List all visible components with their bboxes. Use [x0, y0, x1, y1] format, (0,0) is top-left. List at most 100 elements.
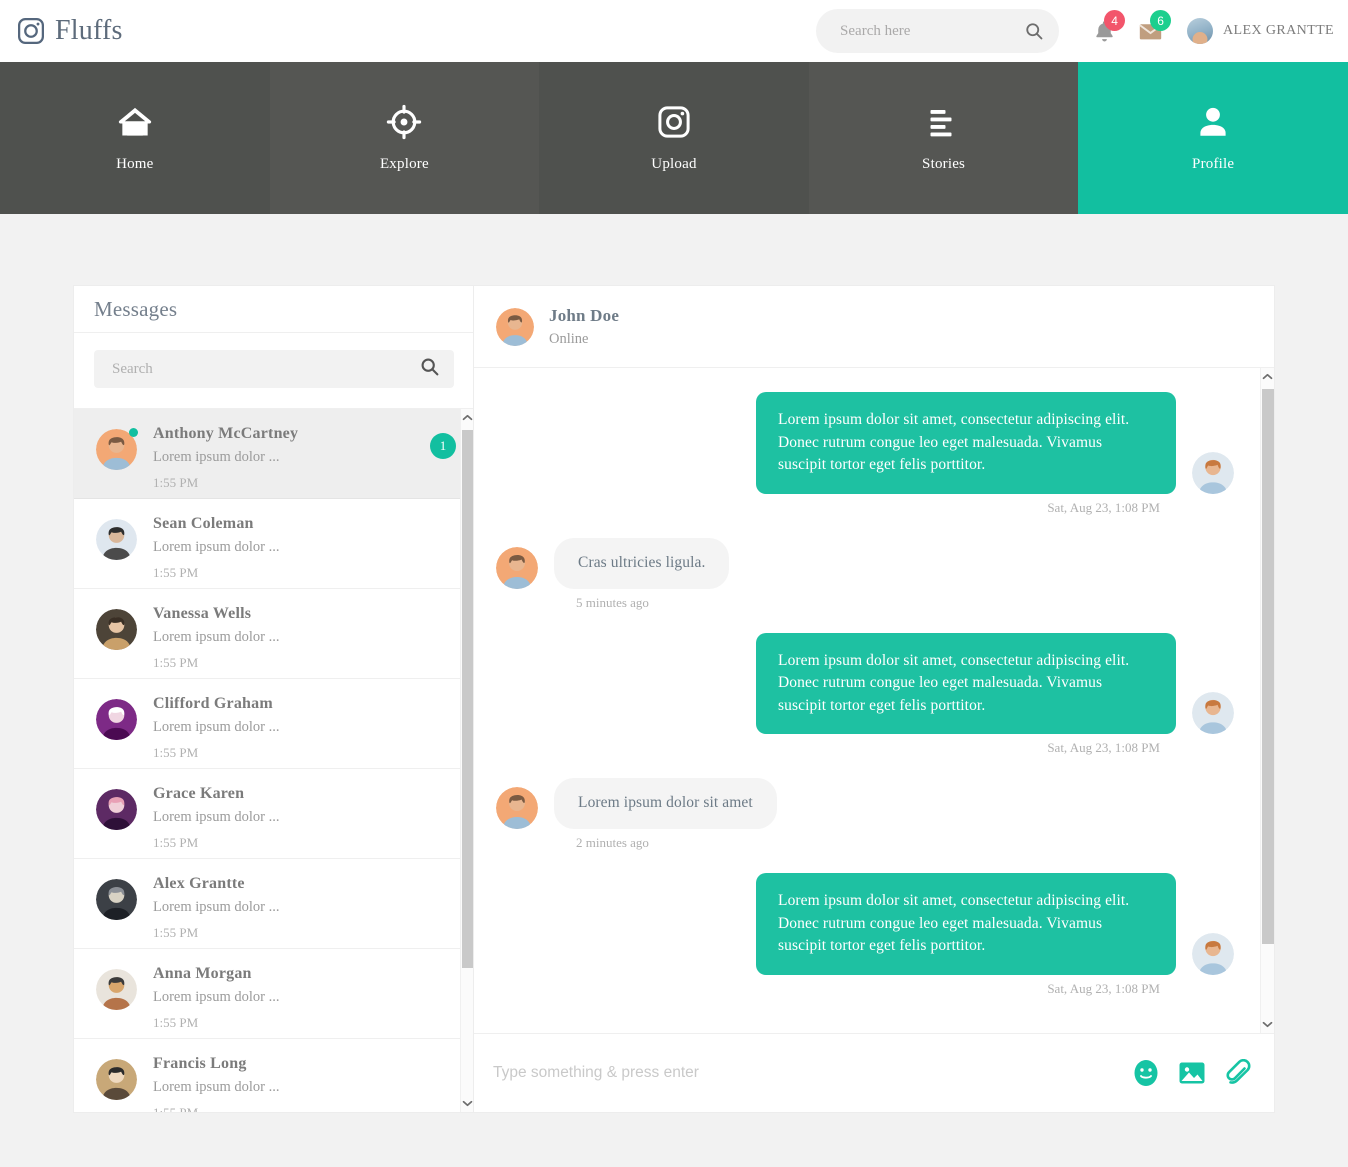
nav-label: Home — [116, 155, 154, 172]
nav-item-explore[interactable]: Explore — [269, 62, 540, 214]
align-left-list-icon — [926, 104, 962, 140]
nav-label: Profile — [1192, 155, 1235, 172]
crosshair-icon — [386, 104, 422, 140]
scrollbar-thumb[interactable] — [462, 430, 474, 968]
instagram-camera-icon — [16, 16, 46, 46]
avatar — [496, 546, 538, 589]
avatar — [96, 879, 137, 920]
avatar — [1192, 451, 1234, 494]
message-timestamp: 2 minutes ago — [576, 835, 649, 850]
chat-contact-name: John Doe — [549, 305, 620, 325]
contact-name: Clifford Graham — [153, 695, 273, 712]
contact-list-item[interactable]: Anthony McCartney Lorem ipsum dolor ... 1:… — [74, 409, 474, 499]
image-icon[interactable] — [1178, 1059, 1206, 1087]
contact-search-row — [74, 333, 474, 408]
avatar — [1192, 692, 1234, 735]
outgoing-message: Lorem ipsum dolor sit amet, consectetur … — [496, 873, 1234, 975]
message-input[interactable] — [493, 1064, 1114, 1082]
user-icon — [1195, 104, 1231, 140]
contact-name: Anthony McCartney — [153, 425, 299, 442]
nav-label: Explore — [379, 155, 429, 172]
search-input[interactable] — [840, 22, 1025, 40]
message-bubble: Cras ultricies ligula. — [554, 537, 730, 589]
messages-button[interactable]: 6 — [1127, 8, 1173, 54]
avatar — [96, 699, 137, 740]
nav-item-upload[interactable]: Upload — [539, 62, 809, 214]
message-bubble: Lorem ipsum dolor sit amet — [554, 778, 777, 829]
global-search[interactable] — [816, 9, 1060, 53]
scrollbar-thumb[interactable] — [1262, 389, 1274, 944]
nav-label: Upload — [651, 155, 697, 172]
avatar — [96, 519, 137, 560]
contact-list-item[interactable]: Clifford Graham Lorem ipsum dolor ... 1:55… — [74, 679, 474, 769]
scroll-down-arrow[interactable] — [1261, 1016, 1274, 1033]
nav-item-profile[interactable]: Profile — [1078, 62, 1348, 214]
contact-list-item[interactable]: Alex Grantte Lorem ipsum dolor ... 1:55 PM — [74, 859, 474, 949]
avatar — [496, 307, 534, 346]
contact-name: Alex Grantte — [153, 875, 245, 892]
contact-time: 1:55 PM — [153, 745, 199, 760]
contact-name: Anna Morgan — [153, 965, 252, 982]
contact-list-item[interactable]: Anna Morgan Lorem ipsum dolor ... 1:55 PM — [74, 949, 474, 1039]
main-navigation: Home Explore Upload Stories Profile — [0, 62, 1348, 214]
scroll-down-arrow[interactable] — [461, 1095, 474, 1112]
message-timestamp: Sat, Aug 23, 1:08 PM — [1047, 499, 1160, 515]
message-bubble: Lorem ipsum dolor sit amet, consectetur … — [756, 632, 1176, 735]
unread-badge: 1 — [430, 433, 456, 459]
contact-preview: Lorem ipsum dolor ... — [153, 539, 280, 555]
user-menu[interactable]: ALEX GRANTTE — [1187, 18, 1334, 44]
chat-contact-status: Online — [549, 330, 589, 347]
message-bubble: Lorem ipsum dolor sit amet, consectetur … — [756, 873, 1176, 975]
contact-preview: Lorem ipsum dolor ... — [153, 989, 280, 1005]
contact-list[interactable]: Anthony McCartney Lorem ipsum dolor ... 1:… — [74, 408, 474, 1112]
search-icon[interactable] — [419, 356, 440, 382]
contact-search[interactable] — [94, 350, 454, 388]
home-icon — [117, 104, 153, 140]
message-timestamp: 5 minutes ago — [576, 594, 649, 610]
paperclip-icon[interactable] — [1224, 1058, 1252, 1087]
scrollbar-track[interactable] — [1261, 385, 1274, 1016]
contact-list-item[interactable]: Vanessa Wells Lorem ipsum dolor ... 1:55 P… — [74, 589, 474, 679]
brand-logo-area[interactable]: Fluffs — [16, 15, 123, 47]
contact-list-scrollbar[interactable] — [460, 409, 474, 1112]
scrollbar-track[interactable] — [461, 426, 474, 1095]
nav-item-home[interactable]: Home — [0, 62, 270, 214]
messages-badge: 6 — [1150, 10, 1172, 31]
incoming-message: Lorem ipsum dolor sit amet — [496, 778, 1234, 829]
nav-label: Stories — [922, 155, 966, 172]
contact-preview: Lorem ipsum dolor ... — [153, 809, 280, 825]
contact-time: 1:55 PM — [153, 1105, 456, 1112]
scroll-up-arrow[interactable] — [461, 409, 474, 426]
chat-messages[interactable]: Lorem ipsum dolor sit amet, consectetur … — [474, 368, 1274, 1033]
page-content: Messages Anthony McCartney Lorem ipsum do… — [0, 214, 1348, 1167]
notifications-badge: 4 — [1104, 10, 1126, 31]
avatar — [96, 789, 137, 830]
avatar — [1192, 932, 1234, 975]
chat-header: John Doe Online — [474, 286, 1274, 368]
contact-list-item[interactable]: Francis Long Lorem ipsum dolor ... 1:55 PM — [74, 1039, 474, 1112]
emoji-smiley-icon[interactable] — [1132, 1059, 1160, 1087]
contact-preview: Lorem ipsum dolor ... — [153, 449, 280, 465]
scroll-up-arrow[interactable] — [1261, 368, 1274, 385]
contact-preview: Lorem ipsum dolor ... — [153, 629, 280, 645]
avatar — [96, 428, 138, 470]
contact-preview: Lorem ipsum dolor ... — [153, 1079, 280, 1095]
contact-name: Francis Long — [153, 1055, 247, 1072]
avatar — [96, 609, 137, 650]
contact-time: 1:55 PM — [153, 565, 199, 580]
contact-time: 1:55 PM — [153, 655, 199, 670]
top-header: Fluffs 4 6 ALEX GRANTTE — [0, 0, 1348, 62]
message-timestamp: Sat, Aug 23, 1:08 PM — [1047, 740, 1160, 756]
brand-name: Fluffs — [55, 15, 123, 46]
notifications-button[interactable]: 4 — [1081, 8, 1127, 54]
contact-search-input[interactable] — [112, 360, 419, 378]
user-name: ALEX GRANTTE — [1223, 23, 1334, 38]
contact-list-item[interactable]: Grace Karen Lorem ipsum dolor ... 1:55 PM — [74, 769, 474, 859]
contact-list-item[interactable]: Sean Coleman Lorem ipsum dolor ... 1:55 PM — [74, 499, 474, 589]
search-icon[interactable] — [1024, 21, 1044, 41]
chat-panel: John Doe Online Lorem ipsum dolor sit am… — [474, 286, 1274, 1112]
nav-item-stories[interactable]: Stories — [808, 62, 1079, 214]
contact-time: 1:55 PM — [153, 925, 199, 940]
contact-preview: Lorem ipsum dolor ... — [153, 719, 280, 735]
chat-scrollbar[interactable] — [1260, 368, 1274, 1033]
